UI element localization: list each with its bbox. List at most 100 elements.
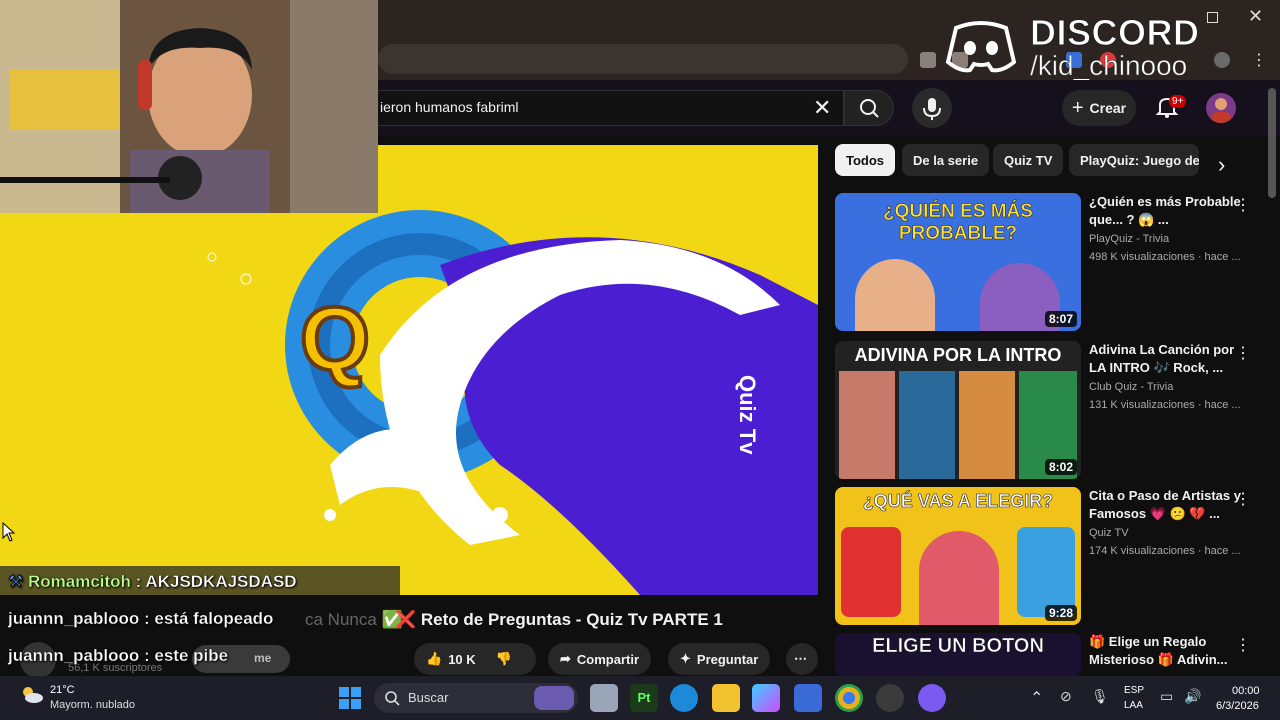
ask-button[interactable]: ✦ Preguntar — [668, 643, 771, 675]
chat-message: ⚒ Romamcitoh : AKJSDKAJSDASD — [8, 572, 297, 592]
twitch-icon: ⚒ — [8, 572, 24, 591]
video-title-partial: ca Nunca ✅ — [305, 610, 403, 629]
ask-label: Preguntar — [696, 651, 759, 667]
edge-browser-icon[interactable] — [670, 684, 698, 712]
share-label: Compartir — [576, 651, 640, 667]
more-options-icon[interactable]: ⋮ — [1235, 489, 1251, 509]
more-actions-button[interactable]: ⋯ — [786, 643, 818, 675]
video-watermark: Quiz Tv — [735, 375, 760, 455]
chat-text: : AKJSDKAJSDASD — [130, 572, 297, 591]
extension-icon[interactable] — [920, 52, 936, 68]
chat-username: juannn_pablooo — [8, 646, 140, 665]
clock-time[interactable]: 00:00 — [1232, 685, 1260, 697]
share-button[interactable]: ➦ Compartir — [548, 643, 652, 675]
chat-message: juannn_pablooo : este pibe — [8, 646, 228, 666]
sidebar-video-title[interactable]: 🎁 Elige un Regalo Misterioso 🎁 Adivin... — [1089, 633, 1245, 669]
weather-temperature[interactable]: 21°C — [50, 684, 75, 696]
user-avatar[interactable] — [1206, 93, 1236, 123]
chat-username: juannn_pablooo — [8, 609, 140, 628]
thumbnail-text: ELIGE UN BOTON — [872, 635, 1044, 658]
dislike-icon[interactable]: 👎 — [496, 651, 512, 667]
thumbs-up-icon: 👍 — [426, 651, 443, 666]
chrome-browser-icon[interactable] — [835, 684, 863, 712]
windows-start-icon[interactable] — [338, 686, 362, 710]
discord-logo-icon — [945, 21, 1017, 73]
video-duration: 8:02 — [1044, 459, 1077, 475]
like-button[interactable]: 👍 10 K — [426, 651, 476, 667]
svg-text:Q: Q — [300, 290, 370, 390]
mouse-cursor-icon — [2, 522, 16, 542]
window-restore-icon[interactable] — [1207, 12, 1218, 23]
sparkle-icon: ✦ — [680, 651, 691, 666]
microsoft-store-icon[interactable] — [794, 684, 822, 712]
more-options-icon[interactable]: ⋮ — [1235, 343, 1251, 363]
sidebar-video[interactable]: ¿QUÉ VAS A ELEGIR? 9:28 Cita o Paso de A… — [835, 487, 1270, 627]
microsoft-365-icon[interactable] — [752, 684, 780, 712]
sidebar-video[interactable]: ELIGE UN BOTON 🎁 Elige un Regalo Misteri… — [835, 633, 1270, 676]
window-close-icon[interactable]: ✕ — [1248, 6, 1263, 27]
chat-app-icon[interactable] — [918, 684, 946, 712]
input-language[interactable]: ESP — [1124, 685, 1144, 696]
video-thumbnail[interactable]: ¿QUIÉN ES MÁS PROBABLE? 8:07 — [835, 193, 1081, 331]
chevron-right-icon[interactable]: › — [1218, 152, 1225, 178]
sidebar-video[interactable]: ¿QUIÉN ES MÁS PROBABLE? 8:07 ¿Quién es m… — [835, 193, 1270, 333]
more-options-icon[interactable]: ⋮ — [1235, 195, 1251, 215]
network-off-icon[interactable]: ⊘ — [1060, 688, 1072, 705]
weather-description[interactable]: Mayorm. nublado — [50, 699, 135, 711]
address-bar[interactable] — [378, 44, 908, 74]
sidebar-video-title[interactable]: Adivina La Canción por LA INTRO 🎶 Rock, … — [1089, 341, 1245, 377]
chip-de-la-serie[interactable]: De la serie — [902, 144, 990, 176]
search-icon — [385, 691, 400, 706]
chevron-up-icon[interactable]: ⌃ — [1030, 688, 1043, 708]
thumbnail-text: ¿QUIÉN ES MÁS PROBABLE? — [883, 201, 1033, 245]
browser-menu-icon[interactable]: ⋮ — [1251, 50, 1267, 70]
input-layout[interactable]: LAA — [1124, 700, 1143, 711]
microphone-tray-icon[interactable]: 🎙 — [1091, 688, 1109, 705]
sidebar-video[interactable]: ADIVINA POR LA INTRO 8:02 Adivina La Can… — [835, 341, 1270, 481]
obs-studio-icon[interactable] — [876, 684, 904, 712]
file-explorer-icon[interactable] — [712, 684, 740, 712]
clear-search-icon[interactable]: ✕ — [813, 95, 831, 121]
create-button[interactable]: + Crear — [1062, 90, 1136, 126]
sidebar-video-channel[interactable]: Club Quiz - Trivia — [1089, 381, 1173, 393]
sidebar-video-channel[interactable]: Quiz TV — [1089, 527, 1129, 539]
sidebar-video-title[interactable]: Cita o Paso de Artistas y Famosos 💗 😕 💔 … — [1089, 487, 1245, 523]
page-scrollbar[interactable] — [1268, 88, 1276, 198]
voice-search-button[interactable] — [912, 88, 952, 128]
chat-username: Romamcitoh — [27, 572, 131, 591]
video-thumbnail[interactable]: ADIVINA POR LA INTRO 8:02 — [835, 341, 1081, 479]
search-icon — [860, 99, 879, 118]
video-title: ❌ Reto de Preguntas - Quiz Tv PARTE 1 — [395, 610, 723, 629]
thumbnail-text: ¿QUÉ VAS A ELEGIR? — [862, 491, 1054, 512]
create-label: Crear — [1089, 100, 1127, 116]
thumbnail-text: ADIVINA POR LA INTRO — [854, 345, 1062, 365]
plus-icon: + — [1071, 96, 1084, 119]
subscribe-label: me — [254, 651, 272, 665]
pt-app-icon[interactable]: Pt — [630, 684, 658, 712]
chip-quiz-tv[interactable]: Quiz TV — [993, 144, 1064, 176]
taskbar-search-box[interactable] — [374, 683, 578, 713]
taskbar-search-placeholder: Buscar — [408, 690, 449, 705]
sidebar-video-meta: 131 K visualizaciones · hace ... — [1089, 399, 1241, 411]
sidebar-video-channel[interactable]: PlayQuiz - Trivia — [1089, 233, 1169, 245]
clock-date[interactable]: 6/3/2026 — [1216, 700, 1259, 712]
sidebar-video-meta: 498 K visualizaciones · hace ... — [1089, 251, 1241, 263]
display-icon[interactable]: ▭ — [1160, 688, 1173, 705]
video-thumbnail[interactable]: ELIGE UN BOTON — [835, 633, 1081, 676]
more-icon: ⋯ — [794, 651, 807, 666]
chip-playquiz[interactable]: PlayQuiz: Juego de P — [1069, 144, 1199, 176]
chat-message: juannn_pablooo : está falopeado — [8, 609, 274, 629]
like-dislike-group: 👍 10 K 👎 — [414, 643, 536, 675]
video-thumbnail[interactable]: ¿QUÉ VAS A ELEGIR? 9:28 — [835, 487, 1081, 625]
video-duration: 9:28 — [1044, 605, 1077, 621]
weather-cloud-icon[interactable] — [20, 686, 44, 704]
chat-text: : este pibe — [139, 646, 229, 665]
task-view-icon[interactable] — [590, 684, 618, 712]
volume-icon[interactable]: 🔊 — [1184, 688, 1201, 705]
profile-icon[interactable] — [1214, 52, 1230, 68]
microphone-icon — [923, 98, 941, 120]
more-options-icon[interactable]: ⋮ — [1235, 635, 1251, 655]
sidebar-video-title[interactable]: ¿Quién es más Probable que... ? 😱 ... — [1089, 193, 1245, 229]
search-button[interactable] — [844, 90, 894, 126]
chip-todos[interactable]: Todos — [835, 144, 896, 176]
